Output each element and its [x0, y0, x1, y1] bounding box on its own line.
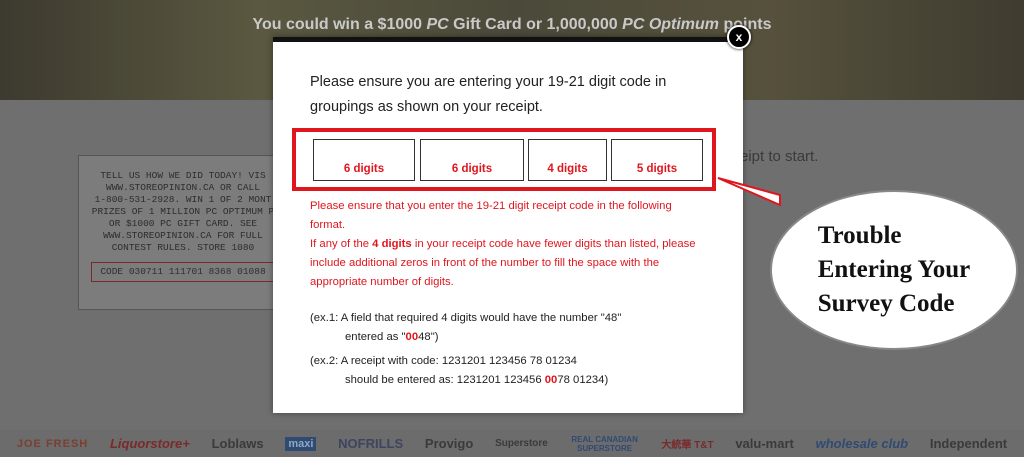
close-button[interactable]: x — [727, 25, 751, 49]
annotation-line: Survey Code — [817, 290, 955, 317]
receipt-line: PRIZES OF 1 MILLION PC OPTIMUM P — [91, 206, 275, 217]
background-instruction: eipt to start. — [740, 148, 819, 165]
example-2-line-1: (ex.2: A receipt with code: 1231201 1234… — [310, 355, 577, 367]
example-2-line-2: should be entered as: 1231201 123456 007… — [310, 371, 608, 390]
receipt-line: WWW.STOREOPINION.CA FOR FULL — [103, 230, 263, 241]
hero-headline: You could win a $1000 PC Gift Card or 1,… — [0, 16, 1024, 34]
logo-loblaws: Loblaws — [211, 436, 264, 451]
receipt-image: TELL US HOW WE DID TODAY! VIS WWW.STOREO… — [78, 155, 288, 310]
modal-intro-text: Please ensure you are entering your 19-2… — [310, 74, 667, 115]
logo-superstore: Superstore — [495, 438, 548, 449]
annotation-bubble: Trouble Entering Your Survey Code — [770, 190, 1018, 350]
banner-logos: JOE FRESH Liquorstore+ Loblaws maxi NOFR… — [0, 430, 1024, 457]
logo-nofrills: NOFRILLS — [338, 436, 404, 451]
logo-independent: Independent — [929, 436, 1008, 451]
hero-text-pc: PC — [426, 16, 449, 33]
hero-text-part: Gift Card or 1,000,000 — [448, 16, 623, 33]
logo-provigo: Provigo — [424, 436, 474, 451]
logo-real-canadian-superstore: REAL CANADIAN SUPERSTORE — [571, 434, 638, 453]
receipt-line: 1-800-531-2928. WIN 1 OF 2 MONT — [94, 194, 272, 205]
code-field-3[interactable]: 4 digits — [528, 139, 607, 181]
logo-maxi: maxi — [285, 436, 317, 451]
logo-t-and-t: 大統華 T&T — [661, 440, 714, 451]
example-1-line-2: entered as "0048") — [310, 328, 621, 347]
receipt-code: CODE 030711 111701 8368 01088 — [91, 262, 275, 282]
annotation-line: Entering Your — [817, 256, 971, 283]
example-text: 78 01234) — [557, 374, 609, 386]
example-text: 48") — [418, 331, 439, 343]
code-field-1[interactable]: 6 digits — [313, 139, 415, 181]
logo-wholesale-club: wholesale club — [815, 436, 909, 451]
logo-liquorstore: Liquorstore+ — [109, 436, 190, 451]
code-field-label: 4 digits — [547, 163, 588, 175]
annotation-text: Trouble Entering Your Survey Code — [818, 219, 971, 321]
hero-text-pc-optimum: PC Optimum — [622, 16, 720, 33]
receipt-line: TELL US HOW WE DID TODAY! VIS — [100, 170, 266, 181]
example-1-line-1: (ex.1: A field that required 4 digits wo… — [310, 312, 622, 324]
code-field-2[interactable]: 6 digits — [420, 139, 524, 181]
example-text: should be entered as: 1231201 123456 — [345, 374, 545, 386]
warning-line-2-bold: 4 digits — [372, 238, 412, 250]
receipt-line: CONTEST RULES. STORE 1080 — [111, 242, 255, 253]
logo-valu-mart: valu-mart — [735, 436, 794, 451]
example-zeros: 00 — [405, 331, 419, 343]
code-field-4[interactable]: 5 digits — [611, 139, 703, 181]
format-warning: Please ensure that you enter the 19-21 d… — [310, 197, 710, 292]
example-text: entered as " — [345, 331, 406, 343]
code-field-label: 5 digits — [636, 163, 678, 175]
code-help-modal: Please ensure you are entering your 19-2… — [273, 37, 743, 413]
example-zeros: 00 — [544, 374, 558, 386]
warning-line-2-prefix: If any of the — [310, 238, 373, 250]
logo-joe-fresh: JOE FRESH — [16, 437, 89, 450]
receipt-line: WWW.STOREOPINION.CA OR CALL — [106, 182, 260, 193]
code-field-label: 6 digits — [451, 163, 493, 175]
annotation-line: Trouble — [817, 222, 902, 249]
example-1: (ex.1: A field that required 4 digits wo… — [310, 309, 621, 347]
warning-line-1: Please ensure that you enter the 19-21 d… — [310, 200, 672, 231]
code-field-label: 6 digits — [343, 163, 385, 175]
hero-text-part: You could win a $1000 — [252, 16, 427, 33]
example-2: (ex.2: A receipt with code: 1231201 1234… — [310, 352, 608, 390]
receipt-line: OR $1000 PC GIFT CARD. SEE — [108, 218, 258, 229]
